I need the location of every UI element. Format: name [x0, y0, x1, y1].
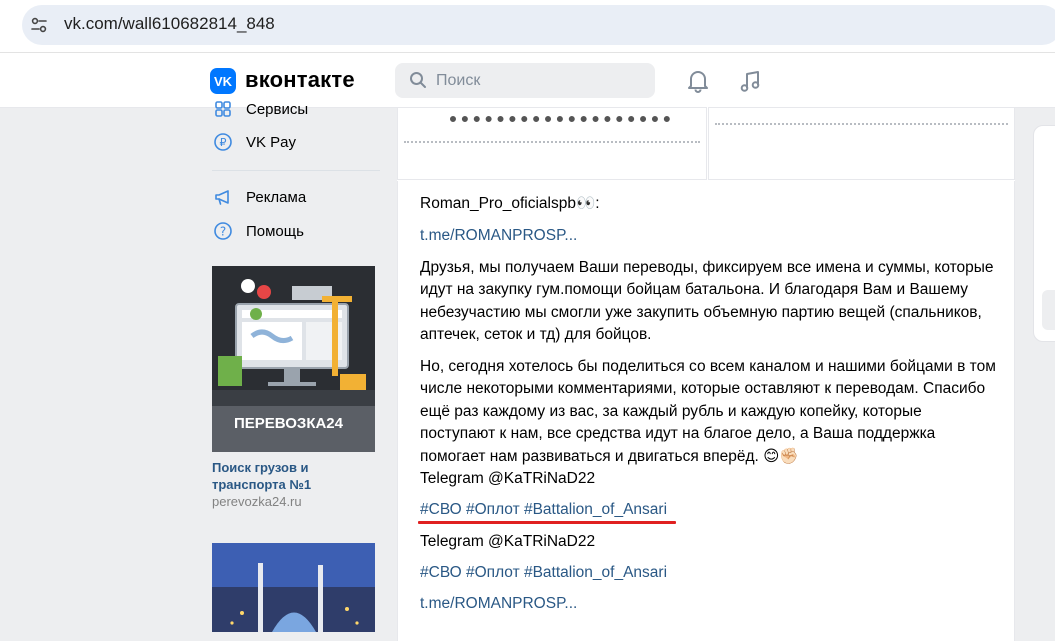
url-text[interactable]: vk.com/wall610682814_848: [64, 14, 275, 34]
grid-icon: [212, 98, 234, 120]
post-link[interactable]: t.me/ROMANPROSP...: [420, 225, 577, 247]
megaphone-icon: [212, 186, 234, 208]
nav-label: Сервисы: [246, 100, 309, 118]
music-note-icon[interactable]: [738, 68, 764, 99]
ad-image[interactable]: ПЕРЕВОЗКА24: [212, 266, 375, 452]
search-placeholder: Поиск: [436, 72, 481, 89]
post-image[interactable]: [397, 107, 707, 180]
search-input[interactable]: [395, 63, 655, 98]
post-telegram-line: Telegram @KaTRiNaD22: [420, 470, 596, 487]
post-link[interactable]: t.me/ROMANPROSP...: [420, 593, 577, 615]
ad-domain[interactable]: perevozka24.ru: [212, 494, 302, 509]
nav-label: VK Pay: [246, 133, 297, 151]
ad-title[interactable]: Поиск грузов и транспорта №1: [212, 459, 375, 493]
post-hashtags[interactable]: #СВО #Оплот #Battalion_of_Ansari: [420, 562, 667, 584]
image-edge: [450, 108, 670, 122]
post-telegram-line: Telegram @KaTRiNaD22: [420, 533, 596, 550]
post-paragraph: Но, сегодня хотелось бы поделиться со вс…: [420, 358, 996, 465]
tune-icon[interactable]: [23, 10, 55, 40]
nav-item-ads[interactable]: Реклама: [212, 185, 306, 209]
browser-toolbar: vk.com/wall610682814_848: [0, 0, 1055, 53]
ruble-coin-icon: ₽: [212, 131, 234, 153]
post-hashtags[interactable]: #СВО #Оплот #Battalion_of_Ansari: [420, 499, 667, 521]
post-image[interactable]: [708, 107, 1015, 180]
nav-item-vkpay[interactable]: ₽ VK Pay: [212, 130, 296, 154]
nav-label: Реклама: [246, 188, 307, 206]
right-sidebar-button[interactable]: [1042, 290, 1055, 330]
post-author-line: Roman_Pro_oficialspb👀:: [420, 195, 600, 212]
ad-image-caption: ПЕРЕВОЗКА24: [234, 415, 344, 432]
ad-image-2[interactable]: [212, 543, 375, 632]
svg-text:₽: ₽: [220, 136, 227, 149]
nav-divider: [212, 170, 380, 171]
nav-item-services[interactable]: Сервисы: [212, 98, 308, 120]
search-icon: [409, 71, 427, 94]
red-highlight-underline: [418, 521, 676, 524]
post-paragraph: Друзья, мы получаем Ваши переводы, фикси…: [420, 259, 994, 344]
brand-name[interactable]: вконтакте: [245, 67, 355, 93]
nav-item-help[interactable]: ? Помощь: [212, 219, 304, 243]
bell-icon[interactable]: [685, 68, 711, 99]
svg-text:?: ?: [220, 225, 226, 239]
vk-logo-icon[interactable]: VK: [210, 68, 236, 94]
nav-label: Помощь: [246, 222, 304, 240]
help-icon: ?: [212, 220, 234, 242]
